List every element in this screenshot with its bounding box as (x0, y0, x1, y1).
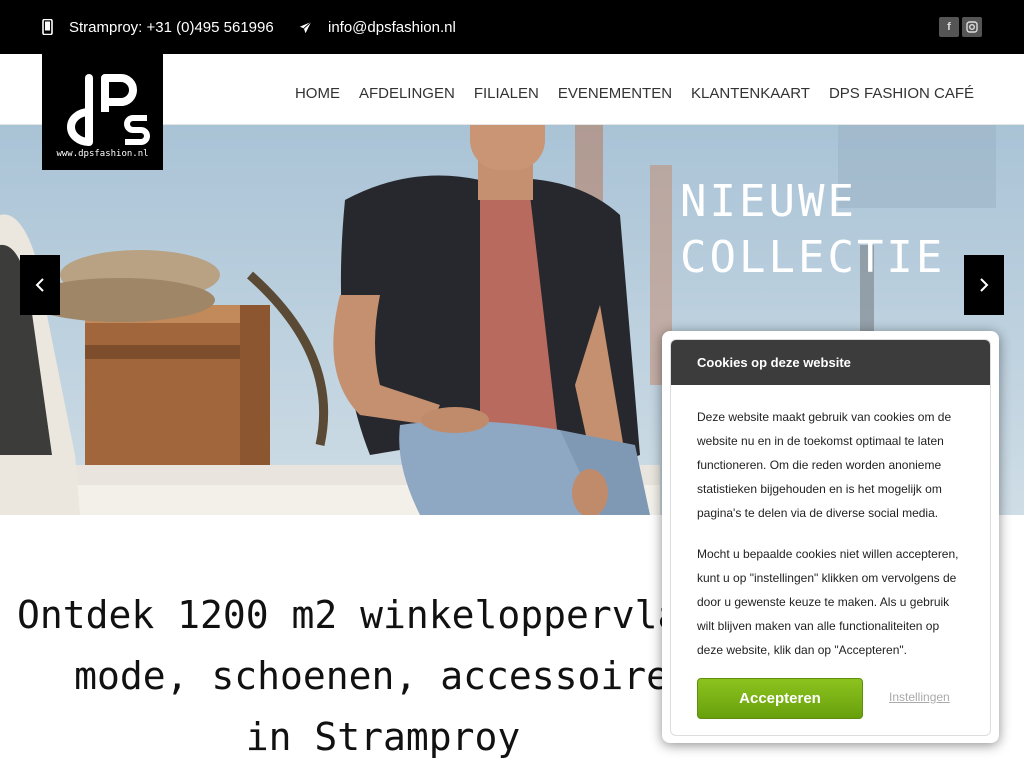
intro-line1: Ontdek 1200 m2 winkeloppervlakte (16, 593, 750, 637)
email-address: info@dpsfashion.nl (328, 18, 456, 36)
hero-heading-line1: NIEUWE (680, 176, 857, 227)
intro-text: Ontdek 1200 m2 winkeloppervlakte mode, s… (0, 585, 766, 768)
logo-url: www.dpsfashion.nl (56, 148, 149, 159)
mobile-phone-icon (42, 19, 53, 35)
nav-filialen[interactable]: FILIALEN (474, 85, 539, 102)
slider-next-button[interactable] (964, 255, 1004, 315)
cookie-settings-link[interactable]: Instellingen (889, 690, 950, 704)
cookie-dialog-title: Cookies op deze website (671, 340, 990, 385)
facebook-link[interactable]: f (939, 17, 959, 37)
email-contact[interactable]: info@dpsfashion.nl (299, 0, 456, 54)
hero-heading-line2: COLLECTIE (680, 232, 946, 283)
paper-plane-icon (299, 20, 312, 33)
logo-mark (66, 73, 150, 146)
nav-dps-fashion-cafe[interactable]: DPS FASHION CAFÉ (829, 85, 974, 102)
cookie-dialog-body: Deze website maakt gebruik van cookies o… (671, 385, 990, 662)
intro-line2: mode, schoenen, accessoires (74, 654, 692, 698)
nav-afdelingen[interactable]: AFDELINGEN (359, 85, 455, 102)
instagram-icon (966, 21, 978, 33)
main-nav: HOME AFDELINGEN FILIALEN EVENEMENTEN KLA… (276, 54, 974, 133)
chevron-right-icon (980, 278, 989, 292)
phone-number: Stramproy: +31 (0)495 561996 (69, 18, 274, 36)
cookie-paragraph-1: Deze website maakt gebruik van cookies o… (697, 410, 952, 520)
intro-line3: in Stramproy (245, 715, 521, 759)
slider-prev-button[interactable] (20, 255, 60, 315)
nav-home[interactable]: HOME (295, 85, 340, 102)
cookie-paragraph-2: Mocht u bepaalde cookies niet willen acc… (697, 547, 959, 657)
phone-contact[interactable]: Stramproy: +31 (0)495 561996 (42, 0, 274, 54)
facebook-icon: f (947, 21, 951, 33)
cookie-dialog-inner: Cookies op deze website Deze website maa… (670, 339, 991, 736)
instagram-link[interactable] (962, 17, 982, 37)
nav-evenementen[interactable]: EVENEMENTEN (558, 85, 672, 102)
top-contact-bar: Stramproy: +31 (0)495 561996 info@dpsfas… (0, 0, 1024, 54)
accept-cookies-button[interactable]: Accepteren (697, 678, 863, 719)
hero-heading: NIEUWE COLLECTIE (680, 176, 946, 286)
dps-logo[interactable]: www.dpsfashion.nl (42, 54, 163, 170)
nav-klantenkaart[interactable]: KLANTENKAART (691, 85, 810, 102)
cookie-dialog: Cookies op deze website Deze website maa… (662, 331, 999, 743)
chevron-left-icon (35, 278, 44, 292)
